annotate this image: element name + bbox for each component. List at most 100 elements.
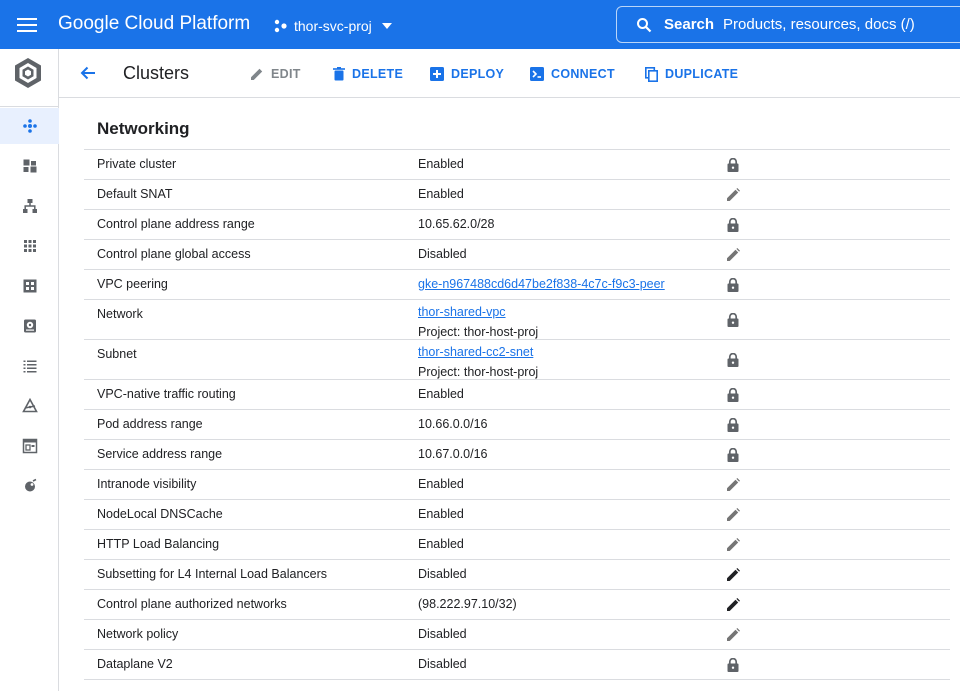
- setting-label: NodeLocal DNSCache: [97, 507, 223, 521]
- networking-row: VPC peering gke-n967488cd6d47be2f838-4c7c…: [84, 270, 950, 300]
- terminal-icon: [530, 67, 544, 81]
- setting-label: VPC-native traffic routing: [97, 387, 236, 401]
- configuration-icon: [23, 279, 36, 293]
- setting-label: Intranode visibility: [97, 477, 197, 491]
- setting-value-cell: Disabled: [418, 657, 467, 671]
- setting-value-cell: Disabled: [418, 567, 467, 581]
- rail-divider: [0, 106, 59, 107]
- setting-label: Subnet: [97, 347, 137, 361]
- delete-button-label: DELETE: [352, 67, 404, 81]
- networking-row: Subnet thor-shared-cc2-snet Project: thor-…: [84, 340, 950, 380]
- networking-row: Default SNAT Enabled: [84, 180, 950, 210]
- product-brand[interactable]: Google Cloud Platform: [58, 13, 250, 35]
- setting-value-cell: thor-shared-vpc Project: thor-host-proj: [418, 302, 538, 342]
- lock-icon: [725, 417, 741, 433]
- object-browser-icon: [23, 360, 36, 373]
- deploy-button[interactable]: DEPLOY: [430, 65, 504, 83]
- duplicate-button[interactable]: DUPLICATE: [645, 65, 738, 83]
- setting-label: Pod address range: [97, 417, 203, 431]
- lock-icon: [725, 217, 741, 233]
- setting-label: Network: [97, 307, 143, 321]
- release-notes-icon: [24, 478, 36, 492]
- storage-icon: [23, 319, 36, 333]
- project-dots-icon: [274, 19, 287, 33]
- networking-row: Control plane address range 10.65.62.0/28: [84, 210, 950, 240]
- setting-value-cell: Enabled: [418, 537, 464, 551]
- setting-value: Disabled: [418, 657, 467, 671]
- setting-value-cell: thor-shared-cc2-snet Project: thor-host-p…: [418, 342, 538, 382]
- edit-icon[interactable]: [725, 247, 741, 263]
- lock-icon: [725, 277, 741, 293]
- setting-value: Disabled: [418, 247, 467, 261]
- setting-value-cell: (98.222.97.10/32): [418, 597, 517, 611]
- setting-value-cell: Disabled: [418, 627, 467, 641]
- setting-value: Disabled: [418, 627, 467, 641]
- setting-value-cell: gke-n967488cd6d47be2f838-4c7c-f9c3-peer: [418, 277, 665, 291]
- pencil-icon: [251, 68, 263, 80]
- setting-value: 10.65.62.0/28: [418, 217, 495, 231]
- rail-item-marketplace[interactable]: [0, 428, 59, 464]
- setting-value-cell: Enabled: [418, 477, 464, 491]
- setting-value-link[interactable]: gke-n967488cd6d47be2f838-4c7c-f9c3-peer: [418, 277, 665, 291]
- setting-value: Enabled: [418, 537, 464, 551]
- workloads-icon: [23, 159, 36, 173]
- setting-value: Enabled: [418, 187, 464, 201]
- setting-label: HTTP Load Balancing: [97, 537, 220, 551]
- lock-icon: [725, 157, 741, 173]
- setting-value-cell: Disabled: [418, 247, 467, 261]
- rail-item-object-browser[interactable]: [0, 348, 59, 384]
- rail-item-configuration[interactable]: [0, 268, 59, 304]
- setting-label: Dataplane V2: [97, 657, 173, 671]
- edit-icon[interactable]: [725, 187, 741, 203]
- clusters-icon: [22, 119, 37, 133]
- setting-value-cell: Enabled: [418, 387, 464, 401]
- delete-button[interactable]: DELETE: [333, 65, 403, 83]
- copy-icon: [645, 66, 658, 82]
- search-icon: [637, 17, 652, 32]
- top-app-bar: Google Cloud Platform thor-svc-proj Sear…: [0, 0, 960, 49]
- edit-icon[interactable]: [725, 627, 741, 643]
- rail-item-clusters[interactable]: [0, 108, 59, 144]
- lock-icon: [725, 447, 741, 463]
- edit-icon[interactable]: [725, 507, 741, 523]
- left-nav-rail: [0, 49, 59, 691]
- kubernetes-engine-logo-icon[interactable]: [13, 57, 43, 89]
- networking-row: Dataplane V2 Disabled: [84, 650, 950, 680]
- setting-label: Service address range: [97, 447, 223, 461]
- rail-item-services[interactable]: [0, 188, 59, 224]
- search-label: Search: [664, 16, 715, 33]
- setting-value: 10.66.0.0/16: [418, 417, 488, 431]
- back-arrow-icon[interactable]: [78, 63, 98, 83]
- lock-icon: [725, 352, 741, 368]
- rail-item-release-notes[interactable]: [0, 468, 59, 504]
- setting-value: Enabled: [418, 387, 464, 401]
- connect-button[interactable]: CONNECT: [530, 65, 615, 83]
- setting-project: Project: thor-host-proj: [418, 365, 539, 379]
- edit-icon[interactable]: [725, 477, 741, 493]
- lock-icon: [725, 387, 741, 403]
- deploy-button-label: DEPLOY: [451, 67, 505, 81]
- setting-value-link[interactable]: thor-shared-vpc: [418, 302, 538, 322]
- project-name: thor-svc-proj: [294, 18, 372, 34]
- edit-icon[interactable]: [725, 597, 741, 613]
- rail-item-storage[interactable]: [0, 308, 59, 344]
- rail-item-migrate[interactable]: [0, 388, 59, 424]
- hamburger-menu-icon[interactable]: [17, 15, 37, 35]
- search-placeholder: Products, resources, docs (/): [723, 16, 915, 33]
- networking-row: Network policy Disabled: [84, 620, 950, 650]
- rail-item-workloads[interactable]: [0, 148, 59, 184]
- edit-icon[interactable]: [725, 537, 741, 553]
- edit-icon[interactable]: [725, 567, 741, 583]
- search-bar[interactable]: Search Products, resources, docs (/): [616, 6, 960, 43]
- page-title: Clusters: [123, 63, 190, 83]
- setting-value-link[interactable]: thor-shared-cc2-snet: [418, 342, 538, 362]
- rail-item-applications[interactable]: [0, 228, 59, 264]
- setting-label: Private cluster: [97, 157, 177, 171]
- setting-label: VPC peering: [97, 277, 168, 291]
- migrate-icon: [21, 398, 38, 413]
- page-action-bar: Clusters EDIT DELETE DEPLOY CONNECT DUPL…: [59, 49, 960, 98]
- edit-button[interactable]: EDIT: [250, 65, 301, 83]
- setting-value-cell: 10.66.0.0/16: [418, 417, 488, 431]
- project-selector[interactable]: thor-svc-proj: [274, 16, 392, 36]
- trash-icon: [333, 67, 345, 81]
